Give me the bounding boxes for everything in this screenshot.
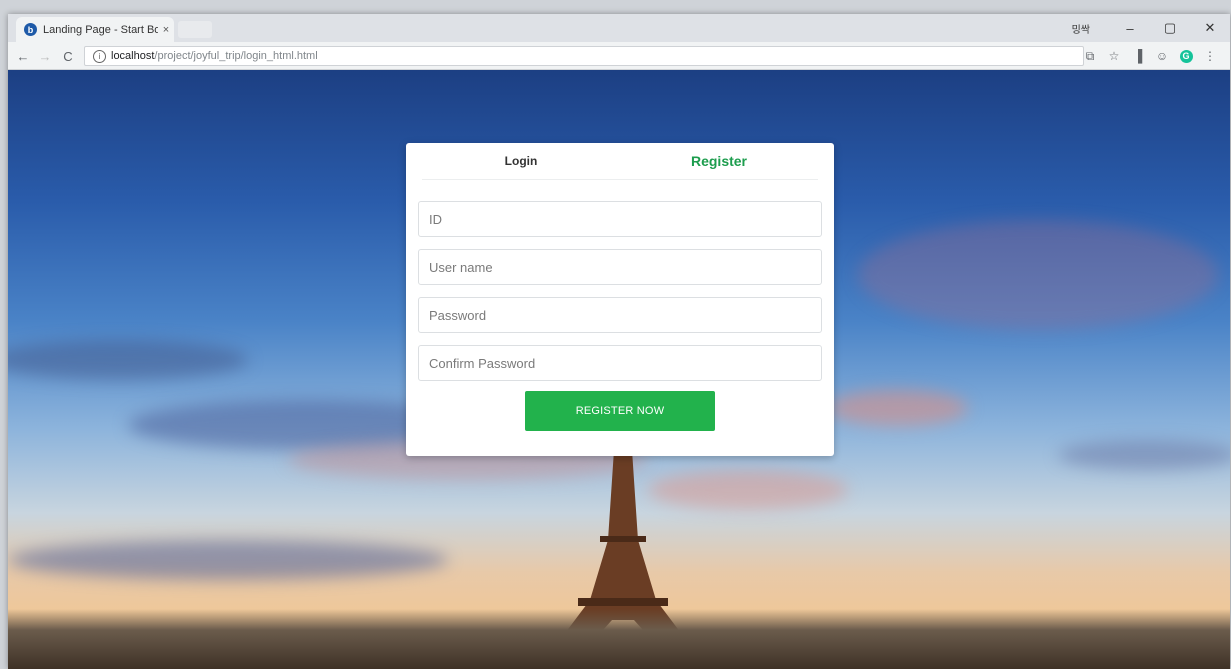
grammarly-icon[interactable]: G — [1174, 46, 1198, 66]
username-input[interactable] — [418, 249, 822, 285]
window-controls: 밍싹 – ▢ ✕ — [1072, 14, 1230, 42]
browser-tab[interactable]: b Landing Page - Start Bo × — [16, 17, 174, 42]
close-window-button[interactable]: ✕ — [1190, 14, 1230, 42]
tab-login[interactable]: Login — [422, 143, 620, 179]
extension-bars-icon[interactable]: ▐ — [1126, 46, 1150, 66]
back-button[interactable]: ← — [14, 47, 32, 65]
page-viewport: Login Register REGISTER NOW — [8, 70, 1230, 669]
url-host: localhost — [111, 50, 155, 62]
reload-button[interactable]: C — [59, 47, 77, 65]
new-tab-button[interactable] — [178, 21, 212, 38]
profile-label[interactable]: 밍싹 — [1072, 21, 1090, 36]
extension-icons: ⧉ ☆ ▐ ☺ G ⋮ — [1078, 46, 1222, 66]
password-input[interactable] — [418, 297, 822, 333]
maximize-button[interactable]: ▢ — [1150, 14, 1190, 42]
forward-button[interactable]: → — [36, 47, 54, 65]
tab-close-icon[interactable]: × — [158, 24, 174, 36]
background-cloud — [828, 390, 968, 426]
background-cloud — [8, 340, 248, 380]
favicon-icon: b — [24, 23, 37, 36]
auth-card: Login Register REGISTER NOW — [406, 143, 834, 456]
bookmark-star-icon[interactable]: ☆ — [1102, 46, 1126, 66]
background-cloud — [8, 540, 448, 580]
register-now-button[interactable]: REGISTER NOW — [525, 391, 715, 431]
browser-toolbar: ← → C i localhost /project/joyful_trip/l… — [8, 42, 1230, 70]
browser-window: b Landing Page - Start Bo × 밍싹 – ▢ ✕ ← →… — [8, 14, 1230, 669]
translate-icon[interactable]: ⧉ — [1078, 46, 1102, 66]
address-bar[interactable]: i localhost /project/joyful_trip/login_h… — [84, 46, 1084, 66]
incognito-icon[interactable]: ☺ — [1150, 46, 1174, 66]
id-input[interactable] — [418, 201, 822, 237]
city-skyline — [8, 609, 1230, 669]
auth-tabs: Login Register — [422, 143, 818, 180]
background-cloud — [858, 220, 1218, 330]
tab-register[interactable]: Register — [620, 143, 818, 179]
info-icon[interactable]: i — [93, 49, 106, 63]
tab-strip: b Landing Page - Start Bo × 밍싹 – ▢ ✕ — [8, 14, 1230, 42]
minimize-button[interactable]: – — [1110, 14, 1150, 42]
confirm-password-input[interactable] — [418, 345, 822, 381]
url-path: /project/joyful_trip/login_html.html — [154, 50, 318, 62]
tab-title: Landing Page - Start Bo — [43, 23, 158, 36]
menu-dots-icon[interactable]: ⋮ — [1198, 46, 1222, 66]
background-cloud — [1058, 440, 1230, 470]
